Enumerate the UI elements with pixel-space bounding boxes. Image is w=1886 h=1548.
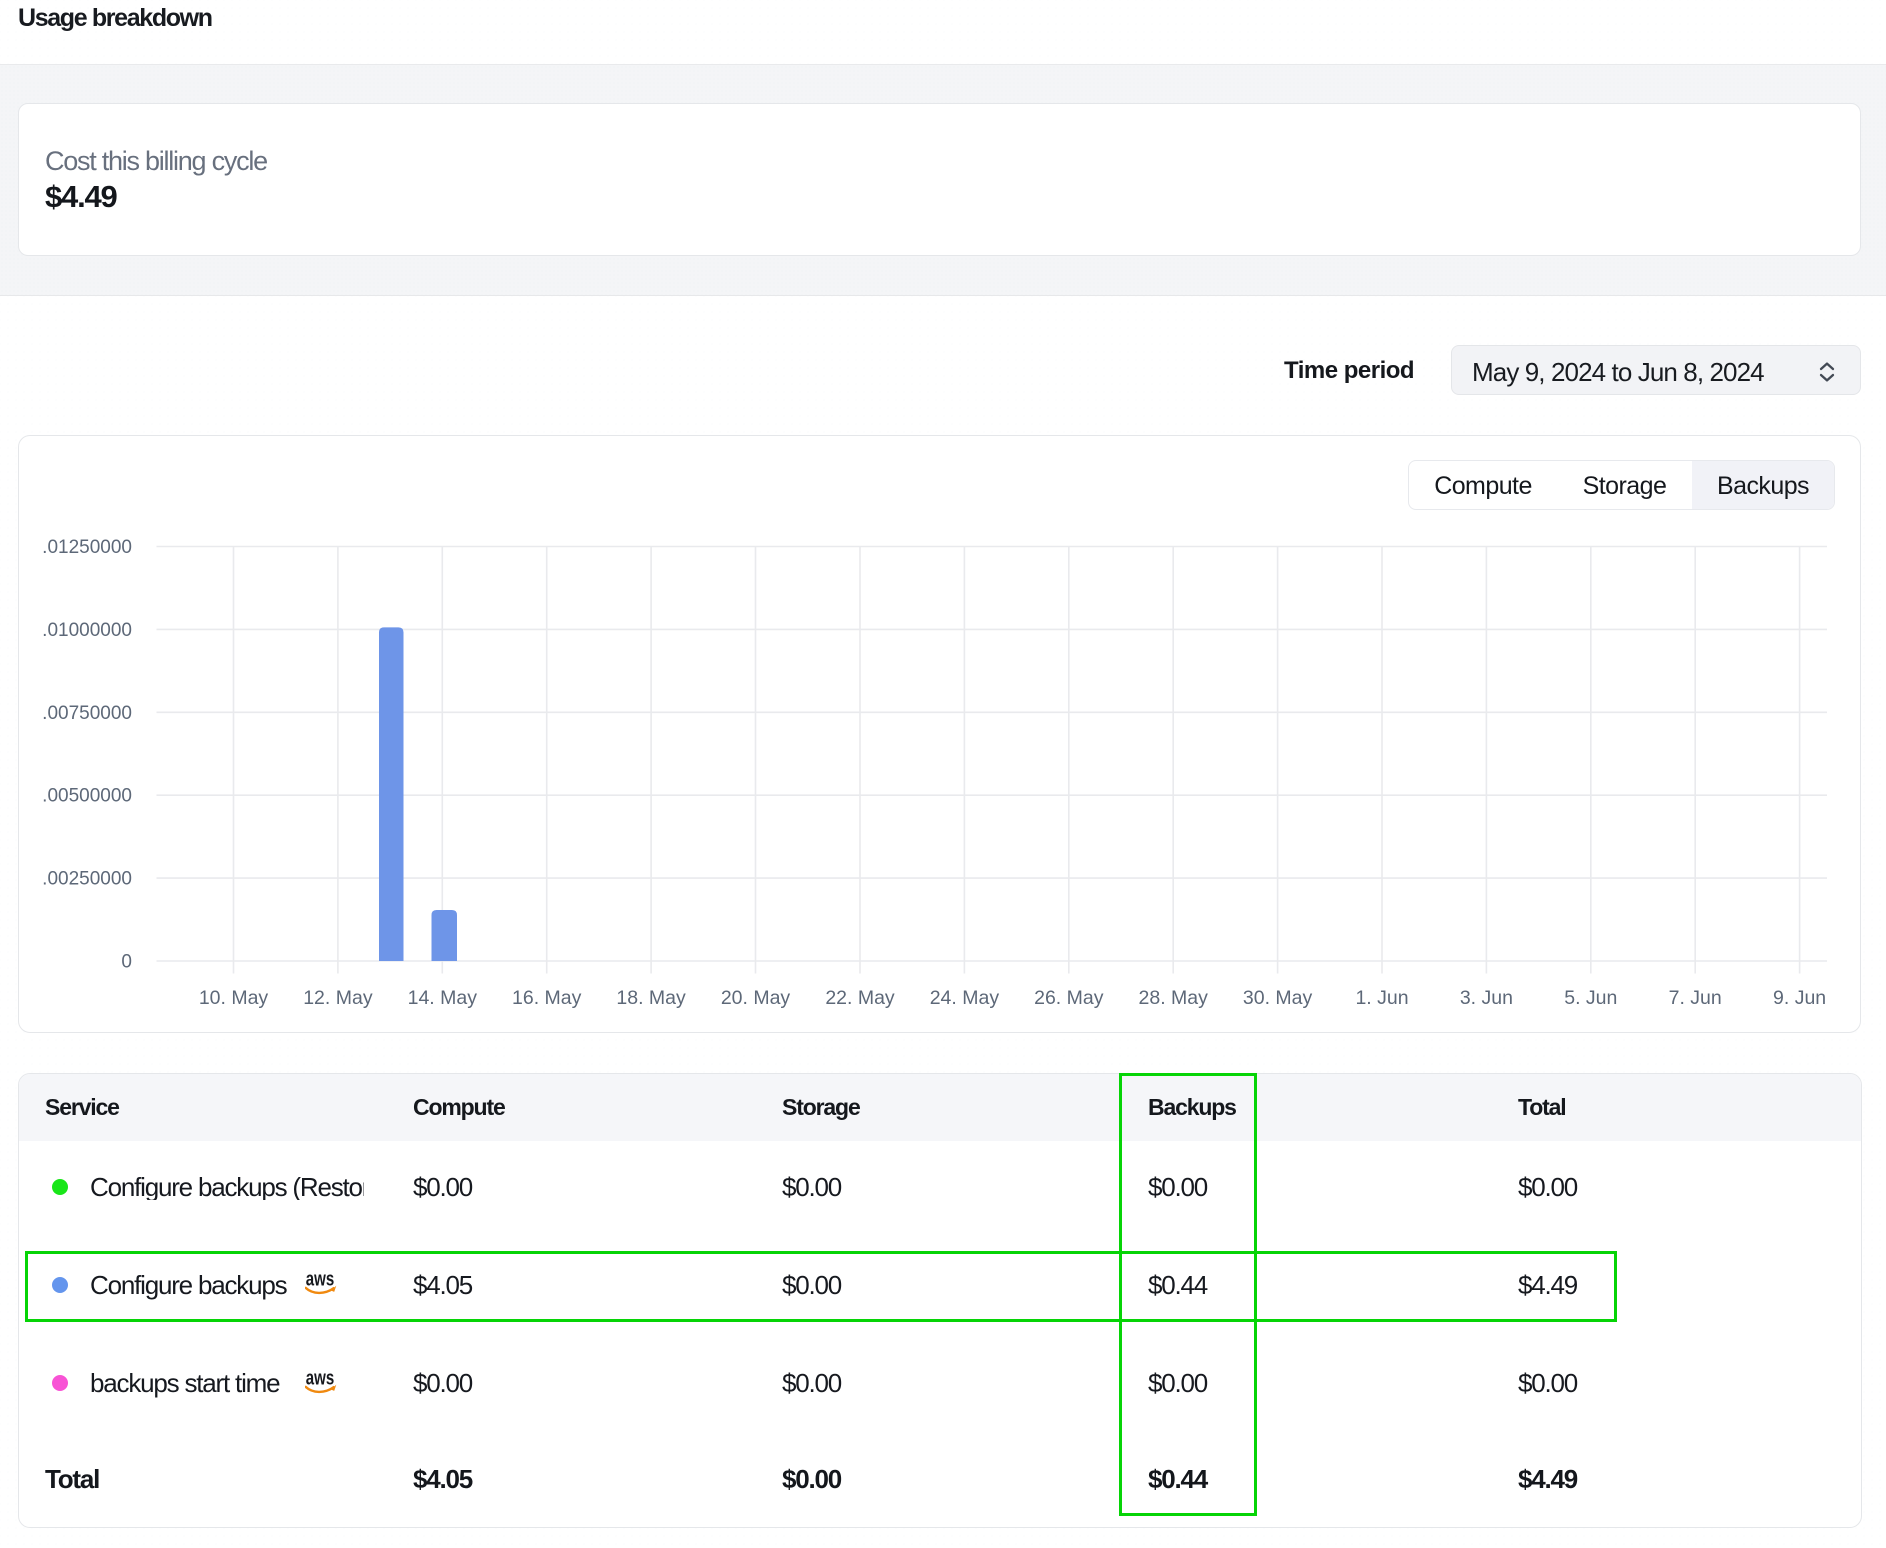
svg-text:7. Jun: 7. Jun	[1669, 987, 1722, 1009]
svg-text:30. May: 30. May	[1243, 987, 1313, 1009]
svg-text:16. May: 16. May	[512, 987, 582, 1009]
svg-text:12. May: 12. May	[303, 987, 373, 1009]
svg-text:.00500000: .00500000	[42, 786, 132, 807]
svg-text:.01250000: .01250000	[42, 537, 132, 558]
svg-text:28. May: 28. May	[1139, 987, 1209, 1009]
svg-text:aws: aws	[306, 1371, 334, 1389]
svg-text:22. May: 22. May	[825, 987, 895, 1009]
svg-text:1. Jun: 1. Jun	[1355, 987, 1408, 1009]
svg-text:24. May: 24. May	[930, 987, 1000, 1009]
svg-text:9. Jun: 9. Jun	[1773, 987, 1826, 1009]
svg-text:3. Jun: 3. Jun	[1460, 987, 1513, 1009]
svg-text:14. May: 14. May	[408, 987, 478, 1009]
svg-text:26. May: 26. May	[1034, 987, 1104, 1009]
svg-text:18. May: 18. May	[616, 987, 686, 1009]
svg-text:5. Jun: 5. Jun	[1564, 987, 1617, 1009]
svg-text:0: 0	[121, 952, 132, 973]
svg-text:.00250000: .00250000	[42, 869, 132, 890]
svg-text:20. May: 20. May	[721, 987, 791, 1009]
svg-text:.00750000: .00750000	[42, 703, 132, 724]
svg-text:10. May: 10. May	[199, 987, 269, 1009]
svg-text:.01000000: .01000000	[42, 620, 132, 641]
